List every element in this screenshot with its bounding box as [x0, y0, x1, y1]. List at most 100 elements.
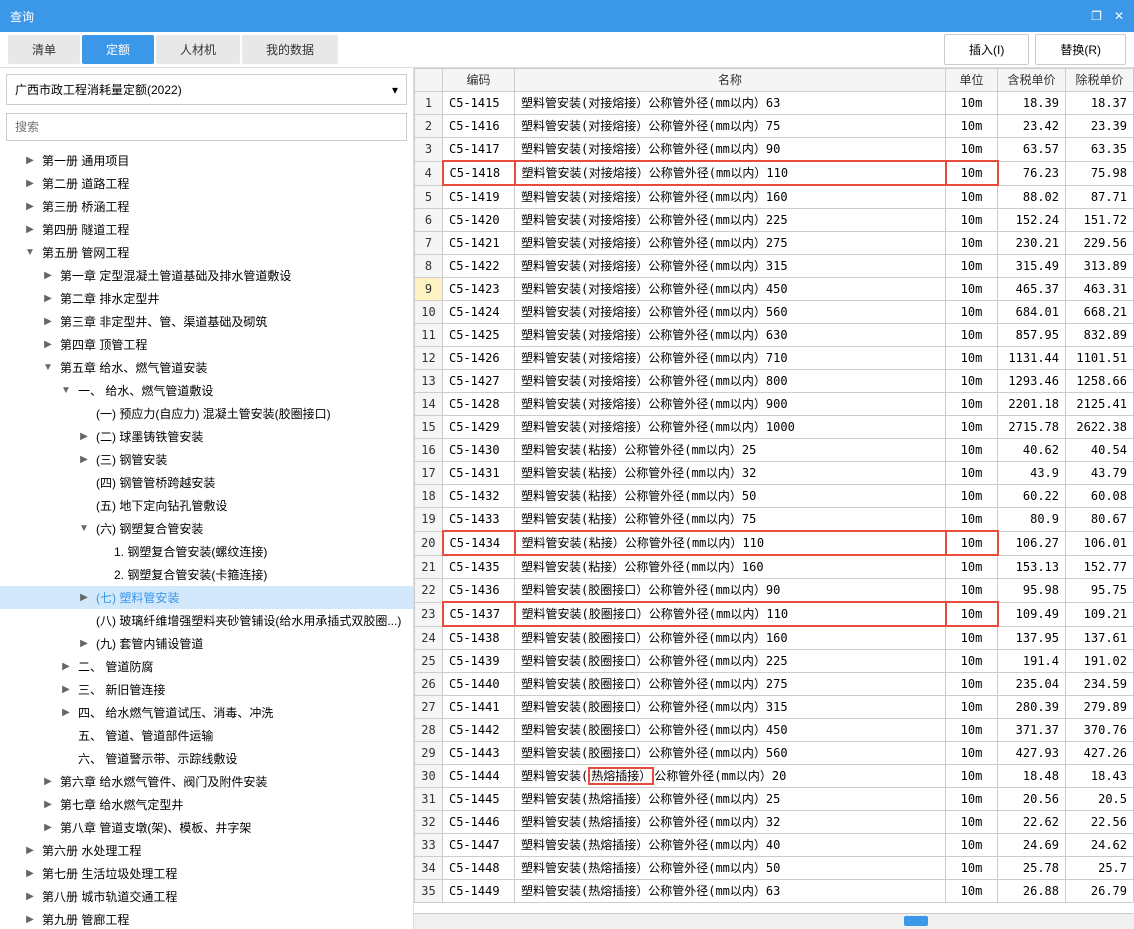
- tree-item[interactable]: (五) 地下定向钻孔管敷设: [0, 494, 413, 517]
- tree-item[interactable]: ▶第七章 给水燃气定型井: [0, 793, 413, 816]
- table-row[interactable]: 9C5-1423塑料管安装(对接熔接）公称管外径(mm以内）45010m465.…: [415, 278, 1134, 301]
- expand-icon[interactable]: ▶: [42, 293, 54, 305]
- col-header[interactable]: 单位: [946, 69, 998, 92]
- tree-item[interactable]: 2. 钢塑复合管安装(卡箍连接): [0, 563, 413, 586]
- expand-icon[interactable]: ▶: [60, 684, 72, 696]
- expand-icon[interactable]: ▶: [78, 592, 90, 604]
- h-scrollbar[interactable]: [414, 913, 1134, 929]
- table-row[interactable]: 27C5-1441塑料管安装(胶圈接口）公称管外径(mm以内）31510m280…: [415, 696, 1134, 719]
- table-row[interactable]: 11C5-1425塑料管安装(对接熔接）公称管外径(mm以内）63010m857…: [415, 324, 1134, 347]
- table-row[interactable]: 14C5-1428塑料管安装(对接熔接）公称管外径(mm以内）90010m220…: [415, 393, 1134, 416]
- insert-button[interactable]: 插入(I): [944, 34, 1029, 65]
- tree-item[interactable]: ▶(七) 塑料管安装: [0, 586, 413, 609]
- table-row[interactable]: 16C5-1430塑料管安装(粘接）公称管外径(mm以内）2510m40.624…: [415, 439, 1134, 462]
- table-row[interactable]: 28C5-1442塑料管安装(胶圈接口）公称管外径(mm以内）45010m371…: [415, 719, 1134, 742]
- table-row[interactable]: 29C5-1443塑料管安装(胶圈接口）公称管外径(mm以内）56010m427…: [415, 742, 1134, 765]
- col-header[interactable]: 除税单价: [1066, 69, 1134, 92]
- table-row[interactable]: 20C5-1434塑料管安装(粘接）公称管外径(mm以内）11010m106.2…: [415, 531, 1134, 555]
- collapse-icon[interactable]: ▼: [42, 362, 54, 374]
- table-row[interactable]: 31C5-1445塑料管安装(热熔插接）公称管外径(mm以内）2510m20.5…: [415, 788, 1134, 811]
- table-row[interactable]: 1C5-1415塑料管安装(对接熔接）公称管外径(mm以内）6310m18.39…: [415, 92, 1134, 115]
- expand-icon[interactable]: ▶: [24, 914, 36, 926]
- col-header[interactable]: 含税单价: [998, 69, 1066, 92]
- table-row[interactable]: 8C5-1422塑料管安装(对接熔接）公称管外径(mm以内）31510m315.…: [415, 255, 1134, 278]
- tree-item[interactable]: ▶(二) 球墨铸铁管安装: [0, 425, 413, 448]
- tree-item[interactable]: ▶二、 管道防腐: [0, 655, 413, 678]
- tab-3[interactable]: 我的数据: [242, 35, 338, 64]
- table-row[interactable]: 17C5-1431塑料管安装(粘接）公称管外径(mm以内）3210m43.943…: [415, 462, 1134, 485]
- table-row[interactable]: 13C5-1427塑料管安装(对接熔接）公称管外径(mm以内）80010m129…: [415, 370, 1134, 393]
- expand-icon[interactable]: ▶: [24, 845, 36, 857]
- catalog-dropdown[interactable]: 广西市政工程消耗量定额(2022) ▾: [6, 74, 407, 105]
- table-row[interactable]: 32C5-1446塑料管安装(热熔插接）公称管外径(mm以内）3210m22.6…: [415, 811, 1134, 834]
- expand-icon[interactable]: ▶: [78, 454, 90, 466]
- expand-icon[interactable]: ▶: [42, 799, 54, 811]
- table-row[interactable]: 15C5-1429塑料管安装(对接熔接）公称管外径(mm以内）100010m27…: [415, 416, 1134, 439]
- tree-item[interactable]: (一) 预应力(自应力) 混凝土管安装(胶圈接口): [0, 402, 413, 425]
- tree-item[interactable]: ▶第六章 给水燃气管件、阀门及附件安装: [0, 770, 413, 793]
- tree-item[interactable]: ▶第四册 隧道工程: [0, 218, 413, 241]
- table-row[interactable]: 5C5-1419塑料管安装(对接熔接）公称管外径(mm以内）16010m88.0…: [415, 185, 1134, 209]
- table-row[interactable]: 3C5-1417塑料管安装(对接熔接）公称管外径(mm以内）9010m63.57…: [415, 138, 1134, 162]
- table-row[interactable]: 2C5-1416塑料管安装(对接熔接）公称管外径(mm以内）7510m23.42…: [415, 115, 1134, 138]
- tab-0[interactable]: 清单: [8, 35, 80, 64]
- expand-icon[interactable]: ▶: [42, 339, 54, 351]
- tree-item[interactable]: ▶第六册 水处理工程: [0, 839, 413, 862]
- table-row[interactable]: 22C5-1436塑料管安装(胶圈接口）公称管外径(mm以内）9010m95.9…: [415, 579, 1134, 603]
- tree-item[interactable]: ▶第一册 通用项目: [0, 149, 413, 172]
- expand-icon[interactable]: ▶: [24, 891, 36, 903]
- expand-icon[interactable]: ▶: [78, 638, 90, 650]
- tree-item[interactable]: ▶第三册 桥涵工程: [0, 195, 413, 218]
- table-row[interactable]: 7C5-1421塑料管安装(对接熔接）公称管外径(mm以内）27510m230.…: [415, 232, 1134, 255]
- table-row[interactable]: 34C5-1448塑料管安装(热熔插接）公称管外径(mm以内）5010m25.7…: [415, 857, 1134, 880]
- tree-item[interactable]: ▶第二册 道路工程: [0, 172, 413, 195]
- expand-icon[interactable]: ▶: [42, 316, 54, 328]
- table-row[interactable]: 23C5-1437塑料管安装(胶圈接口）公称管外径(mm以内）11010m109…: [415, 602, 1134, 626]
- tree-item[interactable]: ▶第九册 管廊工程: [0, 908, 413, 929]
- search-box[interactable]: [6, 113, 407, 141]
- expand-icon[interactable]: ▶: [78, 431, 90, 443]
- expand-icon[interactable]: ▶: [24, 224, 36, 236]
- expand-icon[interactable]: ▶: [24, 201, 36, 213]
- expand-icon[interactable]: ▶: [60, 707, 72, 719]
- tree-item[interactable]: ▶第二章 排水定型井: [0, 287, 413, 310]
- table-row[interactable]: 24C5-1438塑料管安装(胶圈接口）公称管外径(mm以内）16010m137…: [415, 626, 1134, 650]
- tree-item[interactable]: ▶第八章 管道支墩(架)、模板、井字架: [0, 816, 413, 839]
- replace-button[interactable]: 替换(R): [1035, 34, 1126, 65]
- table-row[interactable]: 10C5-1424塑料管安装(对接熔接）公称管外径(mm以内）56010m684…: [415, 301, 1134, 324]
- restore-icon[interactable]: ❐: [1091, 9, 1102, 23]
- col-header[interactable]: 编码: [443, 69, 515, 92]
- tab-2[interactable]: 人材机: [156, 35, 240, 64]
- scroll-thumb[interactable]: [904, 916, 928, 926]
- expand-icon[interactable]: ▶: [42, 776, 54, 788]
- table-row[interactable]: 19C5-1433塑料管安装(粘接）公称管外径(mm以内）7510m80.980…: [415, 508, 1134, 532]
- tree-item[interactable]: ▶第八册 城市轨道交通工程: [0, 885, 413, 908]
- expand-icon[interactable]: ▶: [60, 661, 72, 673]
- table-row[interactable]: 4C5-1418塑料管安装(对接熔接）公称管外径(mm以内）11010m76.2…: [415, 161, 1134, 185]
- tree-item[interactable]: ▼第五章 给水、燃气管道安装: [0, 356, 413, 379]
- collapse-icon[interactable]: ▼: [24, 247, 36, 259]
- expand-icon[interactable]: ▶: [24, 868, 36, 880]
- tree-item[interactable]: ▶三、 新旧管连接: [0, 678, 413, 701]
- col-header[interactable]: 名称: [515, 69, 946, 92]
- grid[interactable]: 编码名称单位含税单价除税单价 1C5-1415塑料管安装(对接熔接）公称管外径(…: [414, 68, 1134, 913]
- tab-1[interactable]: 定额: [82, 35, 154, 64]
- tree-item[interactable]: ▶四、 给水燃气管道试压、消毒、冲洗: [0, 701, 413, 724]
- expand-icon[interactable]: ▶: [24, 155, 36, 167]
- expand-icon[interactable]: ▶: [24, 178, 36, 190]
- tree-item[interactable]: (四) 钢管管桥跨越安装: [0, 471, 413, 494]
- tree-item[interactable]: ▶第三章 非定型井、管、渠道基础及砌筑: [0, 310, 413, 333]
- tree-item[interactable]: (八) 玻璃纤维增强塑料夹砂管铺设(给水用承插式双胶圈...): [0, 609, 413, 632]
- tree-item[interactable]: ▶第四章 顶管工程: [0, 333, 413, 356]
- tree-item[interactable]: ▶第七册 生活垃圾处理工程: [0, 862, 413, 885]
- collapse-icon[interactable]: ▼: [60, 385, 72, 397]
- tree-item[interactable]: ▼第五册 管网工程: [0, 241, 413, 264]
- tree-item[interactable]: ▼(六) 钢塑复合管安装: [0, 517, 413, 540]
- expand-icon[interactable]: ▶: [42, 270, 54, 282]
- table-row[interactable]: 33C5-1447塑料管安装(热熔插接）公称管外径(mm以内）4010m24.6…: [415, 834, 1134, 857]
- tree-item[interactable]: ▶第一章 定型混凝土管道基础及排水管道敷设: [0, 264, 413, 287]
- tree-item[interactable]: ▼一、 给水、燃气管道敷设: [0, 379, 413, 402]
- table-row[interactable]: 12C5-1426塑料管安装(对接熔接）公称管外径(mm以内）71010m113…: [415, 347, 1134, 370]
- table-row[interactable]: 21C5-1435塑料管安装(粘接）公称管外径(mm以内）16010m153.1…: [415, 555, 1134, 579]
- tree-item[interactable]: ▶(九) 套管内铺设管道: [0, 632, 413, 655]
